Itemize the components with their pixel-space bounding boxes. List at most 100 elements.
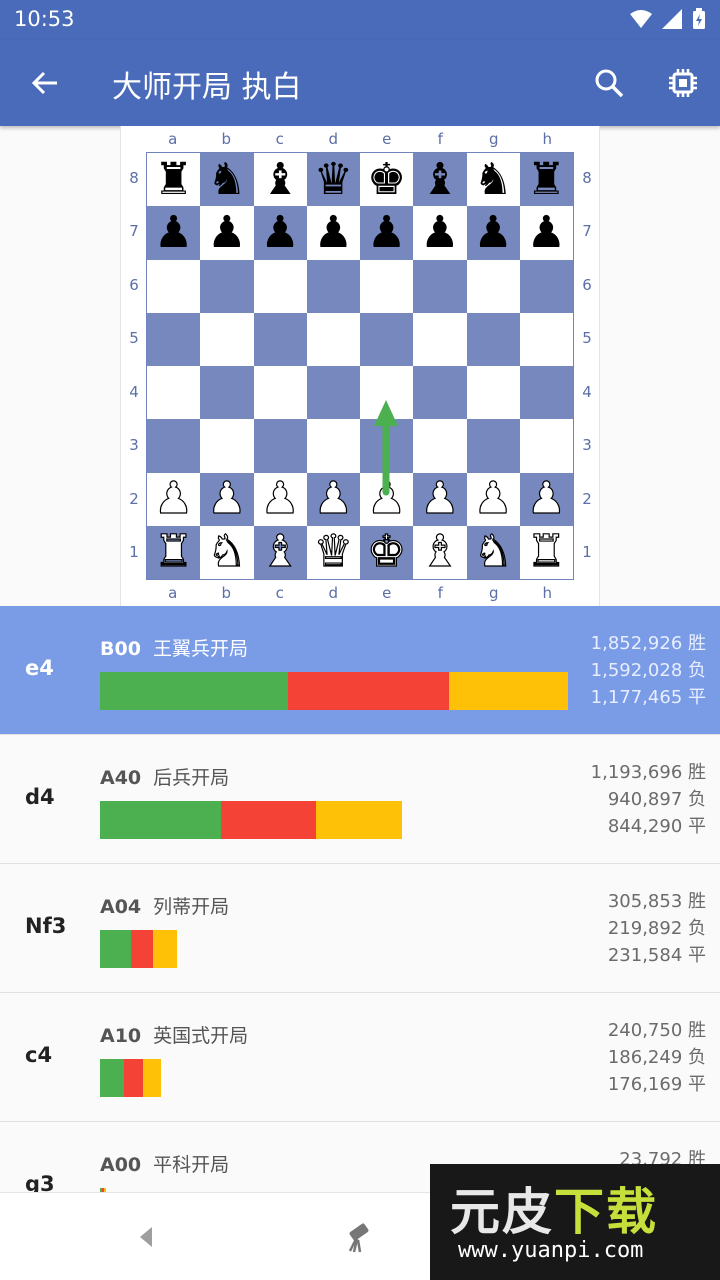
square-b1[interactable]: ♞ [200,525,254,579]
square-e8[interactable]: ♚ [360,153,414,207]
square-h7[interactable]: ♟ [519,206,573,260]
square-a7[interactable]: ♟ [147,206,201,260]
square-e4[interactable] [360,366,414,420]
square-h4[interactable] [519,366,573,420]
chess-piece: ♞ [207,526,248,578]
square-b8[interactable]: ♞ [200,153,254,207]
square-h5[interactable] [519,312,573,366]
square-c7[interactable]: ♟ [253,206,307,260]
square-d1[interactable]: ♛ [306,525,360,579]
square-a5[interactable] [147,312,201,366]
opening-row-nf3[interactable]: Nf3 A04 列蒂开局 305,853 胜 219,892 负 231,584 平 [0,864,720,993]
square-c5[interactable] [253,312,307,366]
square-a1[interactable]: ♜ [147,525,201,579]
opening-row-d4[interactable]: d4 A40 后兵开局 1,193,696 胜 940,897 负 844,290 平 [0,735,720,864]
square-e6[interactable] [360,259,414,313]
square-h3[interactable] [519,419,573,473]
square-h2[interactable]: ♟ [519,472,573,526]
square-f1[interactable]: ♝ [413,525,467,579]
square-h6[interactable] [519,259,573,313]
eco-code: A40 [100,767,142,789]
loss-segment [131,930,154,968]
square-c8[interactable]: ♝ [253,153,307,207]
square-d4[interactable] [306,366,360,420]
file-label: g [488,130,499,148]
rank-label: 1 [582,543,592,562]
square-f7[interactable]: ♟ [413,206,467,260]
square-a2[interactable]: ♟ [147,472,201,526]
chess-piece: ♟ [366,206,407,258]
square-e3[interactable] [360,419,414,473]
square-f3[interactable] [413,419,467,473]
square-c2[interactable]: ♟ [253,472,307,526]
chess-piece: ♜ [526,526,567,578]
square-h8[interactable]: ♜ [519,153,573,207]
chess-board[interactable]: ♜ ♞ ♝ ♛ ♚ ♝ ♞ ♜ ♟ ♟ ♟ ♟ ♟ ♟ ♟ ♟ ♟ ♟ ♟ ♟ ♟ ♟ ♟ ♟ ♜ ♞ ♝ ♛ ♚ ♝ ♞ ♜ [146,152,574,580]
square-g2[interactable]: ♟ [466,472,520,526]
square-g3[interactable] [466,419,520,473]
square-f8[interactable]: ♝ [413,153,467,207]
file-label: a [168,130,178,148]
square-d7[interactable]: ♟ [306,206,360,260]
square-c6[interactable] [253,259,307,313]
rank-label: 5 [129,329,139,348]
square-b7[interactable]: ♟ [200,206,254,260]
square-d5[interactable] [306,312,360,366]
square-f2[interactable]: ♟ [413,472,467,526]
chess-piece: ♟ [207,206,247,258]
square-b4[interactable] [200,366,254,420]
app-bar: 大师开局 执白 [0,40,720,126]
square-e2[interactable]: ♟ [360,472,414,526]
losses-count: 1,592,028 负 [590,660,706,681]
square-b2[interactable]: ♟ [200,472,254,526]
square-f4[interactable] [413,366,467,420]
square-a3[interactable] [147,419,201,473]
square-e7[interactable]: ♟ [360,206,414,260]
opening-title: 后兵开局 [153,767,230,789]
explore-button[interactable] [336,1213,384,1261]
square-b6[interactable] [200,259,254,313]
square-a6[interactable] [147,259,201,313]
square-b5[interactable] [200,312,254,366]
square-e5[interactable] [360,312,414,366]
square-h1[interactable]: ♜ [519,525,573,579]
back-button[interactable] [24,62,66,104]
search-button[interactable] [588,62,630,104]
square-c3[interactable] [253,419,307,473]
square-g4[interactable] [466,366,520,420]
chess-piece: ♟ [420,206,460,258]
square-a8[interactable]: ♜ [147,153,201,207]
square-a4[interactable] [147,366,201,420]
square-c4[interactable] [253,366,307,420]
square-g8[interactable]: ♞ [466,153,520,207]
result-stats: 305,853 胜 219,892 负 231,584 平 [608,888,706,969]
chess-piece: ♞ [207,153,247,205]
square-d8[interactable]: ♛ [306,153,360,207]
opening-name: A00 平科开局 [100,1150,229,1177]
result-bar [100,801,403,839]
engine-button[interactable] [662,62,704,104]
square-e1[interactable]: ♚ [360,525,414,579]
file-label: h [542,584,552,602]
rank-label: 7 [582,222,592,241]
previous-move-button[interactable] [122,1213,170,1261]
win-segment [100,801,221,839]
square-d2[interactable]: ♟ [306,472,360,526]
battery-icon [693,8,705,29]
opening-row-c4[interactable]: c4 A10 英国式开局 240,750 胜 186,249 负 176,169 平 [0,993,720,1122]
square-b3[interactable] [200,419,254,473]
rank-label: 3 [582,436,592,455]
square-d6[interactable] [306,259,360,313]
square-g5[interactable] [466,312,520,366]
opening-row-e4[interactable]: e4 B00 王翼兵开局 1,852,926 胜 1,592,028 负 1,177,46… [0,606,720,735]
square-g7[interactable]: ♟ [466,206,520,260]
draws-count: 231,584 平 [607,945,706,966]
square-f5[interactable] [413,312,467,366]
square-f6[interactable] [413,259,467,313]
chess-piece: ♝ [420,526,461,578]
square-g1[interactable]: ♞ [466,525,520,579]
square-g6[interactable] [466,259,520,313]
square-d3[interactable] [306,419,360,473]
chess-piece: ♟ [526,473,567,525]
square-c1[interactable]: ♝ [253,525,307,579]
